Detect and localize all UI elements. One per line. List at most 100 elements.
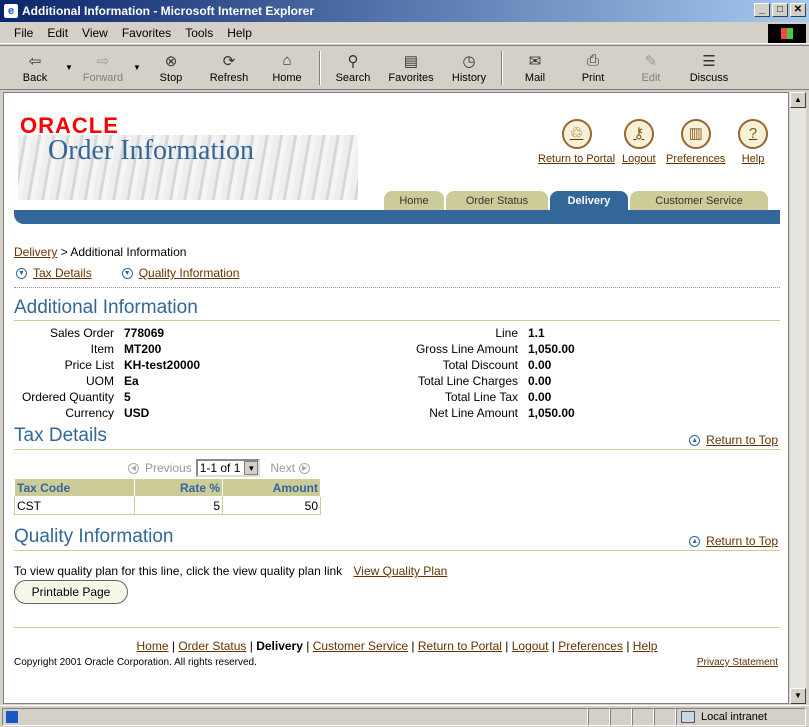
breadcrumb-delivery-link[interactable]: Delivery: [14, 245, 57, 259]
back-arrow-icon: ⇦: [28, 52, 42, 70]
field-value: 1.1: [528, 326, 545, 340]
return-to-top-link[interactable]: Return to Top: [706, 534, 778, 548]
window-titlebar: e Additional Information - Microsoft Int…: [0, 0, 809, 22]
tab-customer-service[interactable]: Customer Service: [630, 191, 768, 211]
return-to-top-quality[interactable]: ▲ Return to Top: [689, 534, 778, 548]
mail-button[interactable]: ✉ Mail: [506, 48, 564, 88]
window-title: Additional Information - Microsoft Inter…: [22, 4, 315, 18]
back-dropdown-icon[interactable]: ▼: [64, 63, 74, 72]
cell-rate: 5: [134, 496, 223, 515]
favorites-button[interactable]: ▤ Favorites: [382, 48, 440, 88]
portal-icon: ♲: [561, 119, 592, 149]
next-link[interactable]: Next: [270, 461, 295, 475]
table-header-row: Tax Code Rate % Amount: [14, 478, 321, 497]
search-label: Search: [335, 71, 371, 84]
toolbar-separator: [319, 50, 321, 85]
preferences-link[interactable]: ▥ Preferences: [666, 119, 725, 165]
scroll-up-icon[interactable]: ▲: [790, 92, 806, 108]
close-button[interactable]: ✕: [790, 3, 806, 17]
footer-separator: |: [505, 639, 509, 653]
print-button[interactable]: ⎙ Print: [564, 48, 622, 88]
field-label: Total Discount: [442, 358, 518, 372]
scroll-down-icon[interactable]: ▼: [790, 688, 806, 704]
quality-plan-text: To view quality plan for this line, clic…: [14, 564, 343, 578]
ie-logo-icon: e: [4, 4, 18, 18]
footer-home-link[interactable]: Home: [137, 639, 169, 653]
footer-logout-link[interactable]: Logout: [512, 639, 549, 653]
browser-toolbar: ⇦ Back ▼ ⇨ Forward ▼ ⊗ Stop ⟳ Refresh ⌂ Home …: [0, 45, 809, 90]
favorites-label: Favorites: [388, 71, 434, 84]
section-links: ▼ Tax Details ▼ Quality Information: [16, 266, 239, 280]
menu-edit[interactable]: Edit: [47, 26, 68, 40]
status-pane: [610, 707, 632, 726]
up-arrow-icon: ▲: [689, 536, 701, 548]
previous-link[interactable]: Previous: [145, 461, 192, 475]
tax-details-link[interactable]: Tax Details: [33, 266, 92, 280]
range-select-value: 1-1 of 1: [199, 461, 241, 475]
discuss-label: Discuss: [689, 71, 729, 84]
up-arrow-icon: ▲: [689, 435, 701, 447]
menu-favorites[interactable]: Favorites: [122, 26, 171, 40]
additional-info-heading: Additional Information: [14, 297, 198, 318]
menu-tools[interactable]: Tools: [185, 26, 213, 40]
footer-portal-link[interactable]: Return to Portal: [418, 639, 502, 653]
printable-page-button[interactable]: Printable Page: [14, 580, 128, 604]
discuss-button[interactable]: ☰ Discuss: [680, 48, 738, 88]
edit-button[interactable]: ✎ Edit: [622, 48, 680, 88]
back-button[interactable]: ⇦ Back: [6, 48, 64, 88]
refresh-button[interactable]: ⟳ Refresh: [200, 48, 258, 88]
help-label: Help: [741, 153, 765, 165]
privacy-statement-link[interactable]: Privacy Statement: [697, 657, 778, 668]
heading-rule: [14, 550, 780, 551]
footer-help-link[interactable]: Help: [633, 639, 658, 653]
printer-icon: ⎙: [586, 52, 599, 69]
tax-pager: ◀ Previous 1-1 of 1 ▼ Next ▶: [128, 459, 316, 477]
page-content: ORACLE Order Information ♲ Return to Port…: [3, 92, 789, 704]
dotted-divider: [14, 287, 780, 288]
return-to-portal-link[interactable]: ♲ Return to Portal: [538, 119, 615, 165]
status-message: [2, 707, 588, 726]
forward-button[interactable]: ⇨ Forward: [74, 48, 132, 88]
menu-file[interactable]: File: [14, 26, 33, 40]
tax-details-jump[interactable]: ▼ Tax Details: [16, 266, 92, 280]
view-quality-plan-link[interactable]: View Quality Plan: [354, 564, 448, 578]
footer-order-status-link[interactable]: Order Status: [178, 639, 246, 653]
status-pane: [632, 707, 654, 726]
minimize-button[interactable]: _: [754, 3, 770, 17]
stop-button[interactable]: ⊗ Stop: [142, 48, 200, 88]
quality-plan-line: To view quality plan for this line, clic…: [14, 564, 447, 578]
refresh-icon: ⟳: [222, 52, 236, 70]
menu-view[interactable]: View: [82, 26, 108, 40]
logout-label: Logout: [622, 153, 656, 165]
help-link[interactable]: ? Help: [738, 119, 768, 165]
tab-order-status[interactable]: Order Status: [446, 191, 548, 211]
menu-help[interactable]: Help: [227, 26, 252, 40]
forward-dropdown-icon[interactable]: ▼: [132, 63, 142, 72]
tab-delivery[interactable]: Delivery: [550, 191, 628, 211]
field-value: KH-test20000: [124, 358, 201, 372]
footer-customer-service-link[interactable]: Customer Service: [313, 639, 408, 653]
history-button[interactable]: ◷ History: [440, 48, 498, 88]
heading-rule: [14, 449, 780, 450]
back-label: Back: [22, 71, 48, 84]
portal-label: Return to Portal: [538, 153, 616, 165]
intranet-icon: [681, 710, 695, 723]
quality-info-link[interactable]: Quality Information: [139, 266, 240, 280]
quality-info-jump[interactable]: ▼ Quality Information: [121, 266, 240, 280]
order-fields-left: Sales Order 778069 Item MT200 Price List KH…: [14, 325, 200, 421]
logout-link[interactable]: ⚷ Logout: [622, 119, 656, 165]
help-question-icon: ?: [738, 119, 768, 149]
return-to-top-link[interactable]: Return to Top: [706, 433, 778, 447]
search-button[interactable]: ⚲ Search: [324, 48, 382, 88]
range-select[interactable]: 1-1 of 1 ▼: [195, 459, 261, 477]
history-clock-icon: ◷: [462, 52, 476, 70]
maximize-button[interactable]: □: [772, 3, 788, 17]
footer-separator: |: [171, 639, 175, 653]
home-button[interactable]: ⌂ Home: [258, 48, 316, 88]
field-label: UOM: [86, 374, 114, 388]
return-to-top-tax[interactable]: ▲ Return to Top: [689, 433, 778, 447]
tab-home[interactable]: Home: [384, 191, 444, 211]
footer-preferences-link[interactable]: Preferences: [558, 639, 623, 653]
vertical-scrollbar[interactable]: ▲ ▼: [789, 92, 806, 704]
stop-icon: ⊗: [164, 52, 178, 70]
